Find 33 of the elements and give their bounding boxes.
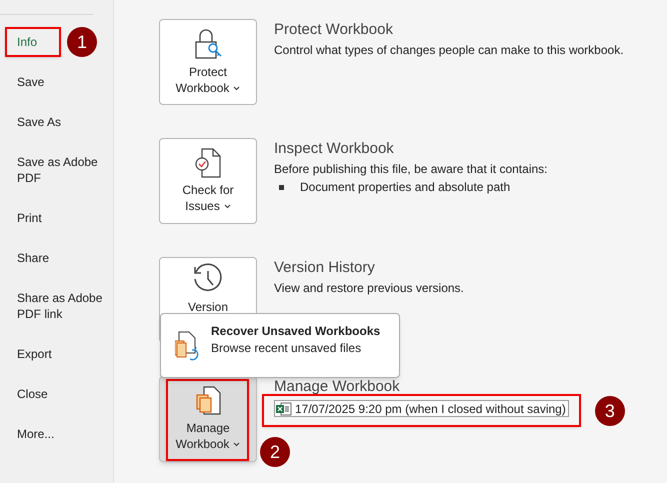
sidebar-item[interactable]: Close	[0, 374, 113, 414]
sidebar-item[interactable]: Export	[0, 334, 113, 374]
spreadsheet-file-icon	[276, 402, 292, 416]
sidebar-item[interactable]: More...	[0, 414, 113, 454]
workbook-action-button[interactable]: Manage Workbook	[159, 376, 257, 462]
section-title: Inspect Workbook	[274, 139, 395, 159]
sidebar-item[interactable]: Share	[0, 238, 113, 278]
section-title: Version History	[274, 258, 376, 278]
section-title: Protect Workbook	[274, 20, 394, 40]
workbook-action-button[interactable]: Protect Workbook	[159, 19, 257, 105]
chevron-down-icon	[233, 86, 240, 92]
callout-number: 3	[594, 396, 625, 426]
bullet-text: Document properties and absolute path	[300, 179, 510, 196]
section-description: View and restore previous versions.	[274, 280, 464, 297]
documents-icon	[195, 386, 221, 416]
section-description: Control what types of changes people can make to this workbook.	[274, 42, 624, 59]
section-description: Before publishing this file, be aware that it contains:	[274, 161, 548, 178]
chevron-down-icon	[224, 204, 231, 210]
sidebar-item[interactable]: Save	[0, 62, 113, 102]
sidebar-item[interactable]: Save as Adobe PDF	[0, 142, 113, 198]
recover-documents-icon	[175, 331, 201, 363]
sidebar-item[interactable]: Print	[0, 198, 113, 238]
bullet-icon	[279, 184, 284, 190]
chevron-down-icon	[233, 442, 240, 448]
workbook-action-button[interactable]: Check for Issues	[159, 138, 257, 224]
document-check-icon	[194, 148, 222, 178]
callout-number: 1	[67, 27, 97, 57]
sidebar-item[interactable]: Share as Adobe PDF link	[0, 278, 113, 334]
unsaved-file-entry[interactable]: 17/07/2025 9:20 pm (when I closed without saving)	[274, 400, 569, 417]
section-title: Manage Workbook	[274, 377, 401, 397]
lock-key-icon	[193, 28, 223, 60]
callout-number: 2	[260, 437, 290, 467]
sidebar-item[interactable]: Save As	[0, 102, 113, 142]
